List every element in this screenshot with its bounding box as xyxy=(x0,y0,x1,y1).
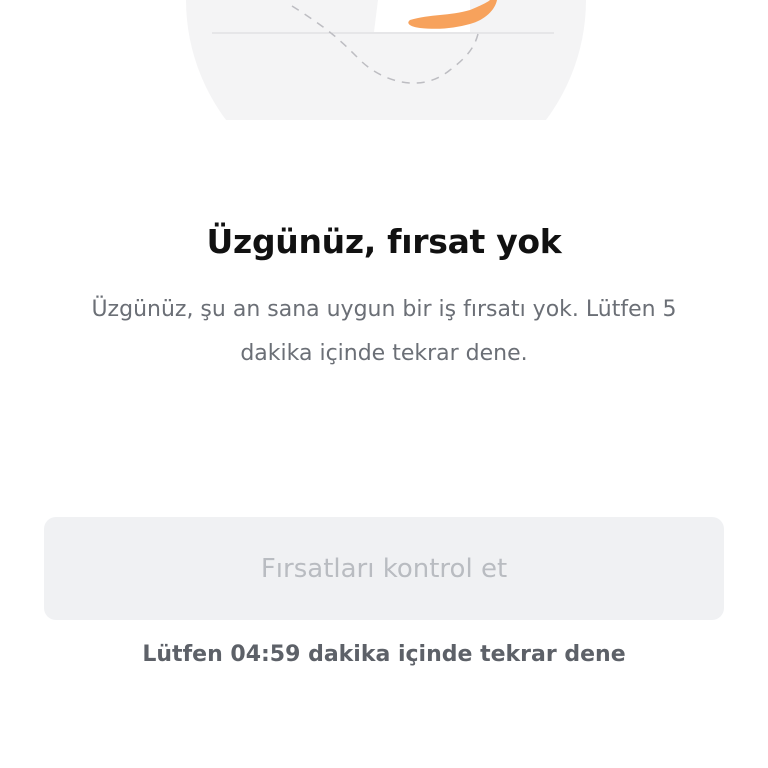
empty-state-title: Üzgünüz, fırsat yok xyxy=(206,222,562,261)
empty-state-message: Üzgünüz, şu an sana uygun bir iş fırsatı… xyxy=(91,297,677,366)
check-opportunities-button[interactable]: Fırsatları kontrol et xyxy=(44,517,724,620)
empty-state-illustration xyxy=(186,0,586,120)
retry-countdown-text: Lütfen 04:59 dakika içinde tekrar dene xyxy=(142,642,626,667)
